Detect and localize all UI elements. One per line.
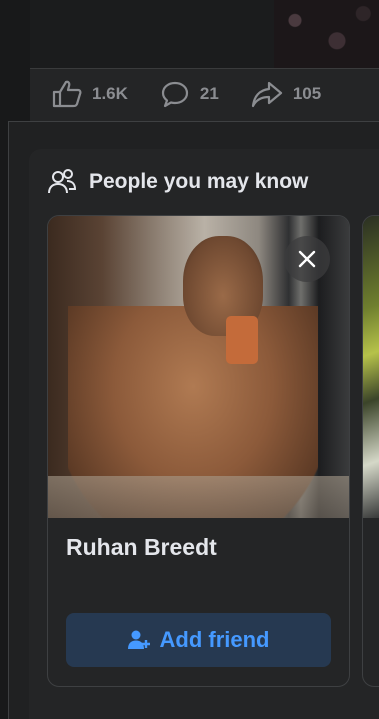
post-image-dark-area [30, 0, 274, 68]
post-divider [30, 68, 379, 69]
post-image[interactable] [274, 0, 379, 68]
photo-floor [48, 476, 349, 518]
pymk-title: People you may know [89, 170, 309, 193]
photo-phone [226, 316, 258, 364]
share-count: 105 [292, 84, 322, 103]
post-actions: 1.6K 21 105 [52, 80, 353, 108]
add-friend-label: Add friend [159, 627, 270, 652]
add-person-icon [127, 630, 150, 649]
pymk-header: People you may know [47, 168, 308, 196]
dismiss-button[interactable] [284, 236, 330, 282]
suggestion-card[interactable]: Ruhan Breedt Add friend [47, 215, 350, 687]
suggestion-name[interactable]: Ruhan Breedt [66, 534, 217, 561]
next-profile-photo[interactable] [363, 216, 379, 518]
comment-button[interactable]: 21 [160, 80, 219, 108]
like-button[interactable]: 1.6K [52, 80, 128, 108]
comment-count: 21 [199, 84, 219, 103]
people-icon [48, 169, 77, 194]
add-friend-button[interactable]: Add friend [66, 613, 331, 667]
page: 1.6K 21 105 People you may know Ruhan Br… [0, 0, 379, 719]
share-button[interactable]: 105 [251, 80, 321, 108]
close-icon [298, 250, 316, 268]
share-icon [251, 81, 282, 108]
comment-icon [161, 81, 189, 108]
suggestion-card-next[interactable] [362, 215, 379, 687]
like-count: 1.6K [92, 84, 128, 103]
thumbs-up-icon [52, 80, 82, 108]
